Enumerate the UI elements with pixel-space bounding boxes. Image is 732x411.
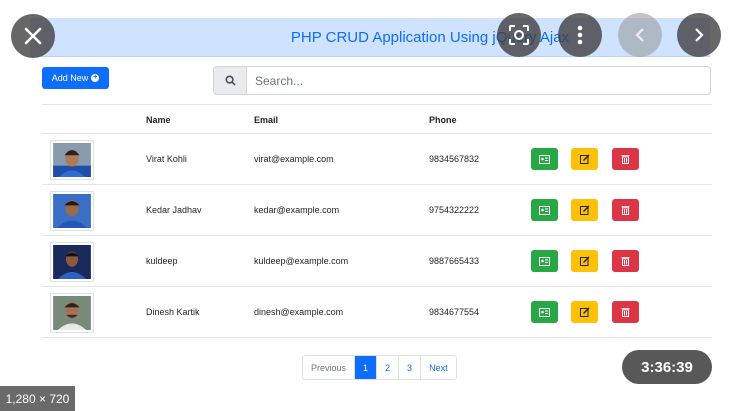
cell-name: Virat Kohli (146, 154, 187, 164)
pagination-previous[interactable]: Previous (303, 356, 354, 379)
column-header-phone: Phone (429, 115, 457, 125)
chevron-right-icon (695, 28, 704, 42)
search-input[interactable] (247, 67, 710, 94)
cell-name: Dinesh Kartik (146, 307, 200, 317)
cell-email: kuldeep@example.com (254, 256, 349, 266)
column-header-email: Email (254, 115, 279, 125)
plus-circle-icon: + (91, 74, 100, 82)
edit-button[interactable] (571, 250, 598, 272)
id-card-icon (539, 205, 550, 215)
delete-button[interactable] (612, 199, 639, 221)
id-card-icon (539, 256, 550, 266)
edit-icon (579, 256, 589, 266)
users-table: Name Email Phone Virat Kohli virat@examp… (42, 104, 712, 338)
add-new-label: Add New (51, 73, 89, 83)
lens-search-icon (509, 25, 529, 45)
cell-email: kedar@example.com (254, 205, 340, 215)
search-group (213, 66, 711, 95)
chevron-left-icon (635, 28, 644, 42)
cell-phone: 9834567832 (429, 154, 480, 164)
edit-button[interactable] (571, 301, 598, 323)
pagination: Previous 1 2 3 Next (302, 355, 457, 380)
delete-button[interactable] (612, 148, 639, 170)
close-icon (24, 27, 42, 45)
pagination-next[interactable]: Next (420, 356, 456, 379)
pagination-page-3[interactable]: 3 (398, 356, 420, 379)
page-header: PHP CRUD Application Using jQuery Ajax (30, 18, 710, 57)
view-button[interactable] (531, 199, 558, 221)
edit-icon (579, 205, 589, 215)
avatar (50, 242, 94, 282)
video-duration: 3:36:39 (622, 350, 712, 384)
table-row: Dinesh Kartik dinesh@example.com 9834677… (42, 287, 712, 338)
table-row: Kedar Jadhav kedar@example.com 975432222… (42, 185, 712, 236)
avatar (50, 191, 94, 231)
table-row: Virat Kohli virat@example.com 9834567832 (42, 134, 712, 185)
search-icon (214, 67, 247, 94)
cell-name: kuldeep (146, 256, 178, 266)
edit-icon (579, 307, 589, 317)
pagination-page-2[interactable]: 2 (376, 356, 398, 379)
trash-icon (621, 155, 630, 164)
view-button[interactable] (531, 301, 558, 323)
cell-name: Kedar Jadhav (146, 205, 202, 215)
trash-icon (621, 206, 630, 215)
more-options-button[interactable] (558, 13, 602, 57)
previous-image-button[interactable] (618, 13, 662, 57)
cell-phone: 9887665433 (429, 256, 480, 266)
more-vert-icon (577, 25, 583, 45)
cell-email: dinesh@example.com (254, 307, 344, 317)
delete-button[interactable] (612, 301, 639, 323)
id-card-icon (539, 307, 550, 317)
table-row: kuldeep kuldeep@example.com 9887665433 (42, 236, 712, 287)
trash-icon (621, 308, 630, 317)
cell-email: virat@example.com (254, 154, 334, 164)
add-new-button[interactable]: Add New + (42, 67, 109, 89)
view-button[interactable] (531, 250, 558, 272)
id-card-icon (539, 154, 550, 164)
avatar (50, 293, 94, 333)
cell-phone: 9754322222 (429, 205, 480, 215)
lens-button[interactable] (497, 13, 541, 57)
edit-button[interactable] (571, 199, 598, 221)
column-header-name: Name (146, 115, 171, 125)
cell-phone: 9834677554 (429, 307, 480, 317)
video-frame: PHP CRUD Application Using jQuery Ajax A… (0, 0, 732, 411)
edit-icon (579, 154, 589, 164)
view-button[interactable] (531, 148, 558, 170)
table-header: Name Email Phone (42, 104, 712, 134)
next-image-button[interactable] (677, 13, 721, 57)
close-button[interactable] (11, 14, 55, 58)
pagination-page-1[interactable]: 1 (354, 356, 377, 379)
image-dimensions: 1,280 × 720 (0, 386, 75, 411)
edit-button[interactable] (571, 148, 598, 170)
trash-icon (621, 257, 630, 266)
delete-button[interactable] (612, 250, 639, 272)
avatar (50, 140, 94, 180)
